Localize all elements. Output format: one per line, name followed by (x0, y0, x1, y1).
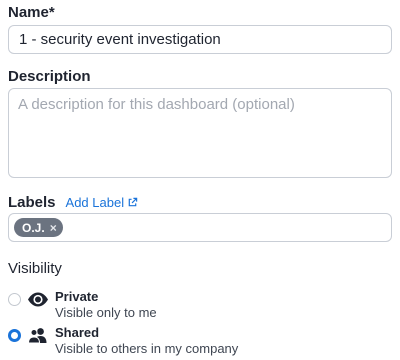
visibility-option-shared[interactable]: Shared Visible to others in my company (8, 324, 388, 358)
visibility-option-private[interactable]: Private Visible only to me (8, 288, 388, 322)
label-chip-text: O.J. (22, 220, 45, 235)
eye-icon (28, 292, 48, 307)
description-field-label: Description (8, 68, 91, 85)
remove-label-icon[interactable]: × (50, 222, 57, 234)
add-label-text: Add Label (65, 194, 125, 210)
labels-input[interactable]: O.J. × (8, 213, 392, 242)
dashboard-settings-form: Name* Description Labels Add Label O.J. … (0, 0, 400, 360)
private-title: Private (55, 289, 99, 304)
external-link-icon (128, 197, 138, 206)
name-label-text: Name (8, 4, 49, 21)
label-chip: O.J. × (14, 218, 63, 237)
users-icon (27, 328, 47, 344)
shared-radio[interactable] (8, 329, 21, 342)
visibility-label: Visibility (8, 260, 62, 277)
private-radio[interactable] (8, 293, 21, 306)
description-textarea[interactable] (8, 88, 392, 178)
labels-field-label: Labels (8, 193, 56, 211)
private-description: Visible only to me (55, 305, 157, 320)
required-asterisk: * (48, 4, 55, 21)
shared-title: Shared (55, 325, 100, 340)
add-label-link[interactable]: Add Label (66, 195, 139, 210)
shared-description: Visible to others in my company (55, 341, 239, 356)
name-field-label: Name* (8, 4, 55, 22)
labels-header: Labels Add Label (8, 193, 138, 211)
name-input[interactable] (8, 25, 392, 54)
